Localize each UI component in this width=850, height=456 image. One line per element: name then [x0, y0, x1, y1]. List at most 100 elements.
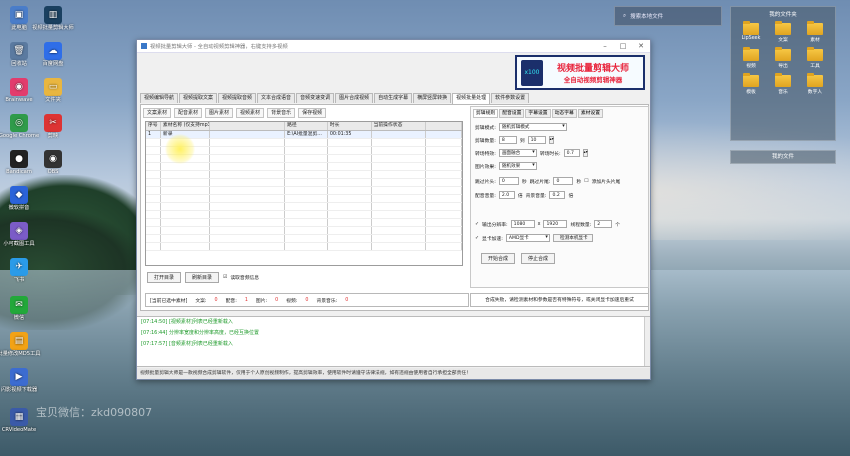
- desktop-icon[interactable]: ✉ 微信: [0, 296, 42, 322]
- transition-select[interactable]: 画面融合: [498, 149, 537, 157]
- count-spinner[interactable]: ▴▾: [548, 136, 554, 144]
- empty-row: [146, 219, 463, 227]
- tab-0[interactable]: 视频编辑导航: [140, 93, 179, 103]
- desktop-icon[interactable]: ◈ 小可截图工具: [0, 222, 42, 248]
- output-height-input[interactable]: 1920: [543, 220, 568, 228]
- empty-cell: [285, 243, 328, 250]
- toolbar-button[interactable]: 背景音乐: [267, 108, 296, 118]
- voice-volume-input[interactable]: 2.0: [498, 191, 515, 199]
- empty-cell: [372, 243, 427, 250]
- desktop-icon[interactable]: ▶ 闪影视频下载器: [0, 368, 42, 394]
- settings-tab[interactable]: 动态字幕: [551, 109, 577, 118]
- toolbar-button[interactable]: 图片素材: [205, 108, 234, 118]
- folder-item[interactable]: 音乐: [767, 73, 799, 95]
- gpu-check[interactable]: ✓: [475, 236, 479, 241]
- desktop-icon[interactable]: ✈ 飞书: [0, 258, 42, 284]
- mode-select[interactable]: 随机剪辑模式: [498, 123, 567, 131]
- image-effect-select[interactable]: 随机效果: [498, 162, 537, 170]
- folder-item[interactable]: 素材: [799, 21, 831, 43]
- folder-label: 视频: [746, 64, 756, 69]
- desktop-icon[interactable]: ✂ 剪映: [30, 114, 76, 140]
- count-to-input[interactable]: 10: [527, 136, 546, 144]
- transition-duration-input[interactable]: 0.7: [563, 149, 580, 157]
- tab-5[interactable]: 图片合成视频: [335, 93, 374, 103]
- add-intro-checkbox[interactable]: ☐: [584, 179, 588, 184]
- tab-8[interactable]: 视频批量处理: [452, 93, 491, 104]
- bg-volume-input[interactable]: 0.2: [549, 191, 566, 199]
- toolbar-button[interactable]: 保存视频: [298, 108, 327, 118]
- grid-header-cell[interactable]: 序号: [146, 122, 161, 130]
- tab-6[interactable]: 自动生成字幕: [374, 93, 413, 103]
- refresh-directory-button[interactable]: 刷新目录: [185, 272, 219, 283]
- open-directory-button[interactable]: 打开目录: [147, 272, 181, 283]
- folder-item[interactable]: 导出: [767, 47, 799, 69]
- settings-tab[interactable]: 素材设置: [577, 109, 604, 118]
- desktop-icon[interactable]: ▥ 视频批量剪辑大师: [30, 6, 76, 32]
- grid-header-cell[interactable]: 路径: [285, 122, 328, 130]
- grid-header-cell[interactable]: 当前操作状态: [372, 122, 427, 130]
- folder-item[interactable]: 数字人: [799, 73, 831, 95]
- grid-header-cell[interactable]: 素材名称 (仅支持mp3格式): [161, 122, 210, 130]
- desktop-app-icon: ✉: [10, 296, 28, 314]
- skip-tail-input[interactable]: 0: [553, 177, 574, 185]
- settings-tab[interactable]: 剪辑规则: [473, 109, 499, 118]
- empty-cell: [210, 147, 286, 154]
- empty-cell: [426, 139, 463, 146]
- detect-gpu-button[interactable]: 检测本机显卡: [552, 234, 593, 242]
- close-icon[interactable]: ✕: [632, 42, 650, 50]
- desktop-icon[interactable]: ☁ 百度网盘: [30, 42, 76, 68]
- folder-item[interactable]: LipSeek: [735, 21, 767, 43]
- empty-cell: [285, 203, 328, 210]
- table-row[interactable]: 1 新录 E:\AI批量混剪... 00:01:35: [146, 131, 463, 139]
- files-widget2[interactable]: 我的文件: [730, 150, 836, 164]
- grid-header-cell[interactable]: [426, 122, 463, 130]
- settings-tab[interactable]: 字幕设置: [525, 109, 551, 118]
- image-effect-label: 图片效果:: [475, 164, 496, 170]
- grid-header-cell[interactable]: [210, 122, 286, 130]
- tab-2[interactable]: 视频提取音频: [218, 93, 257, 103]
- stop-button[interactable]: 停止合成: [521, 253, 555, 264]
- folder-item[interactable]: 模板: [735, 73, 767, 95]
- empty-cell: [161, 195, 210, 202]
- empty-cell: [161, 235, 210, 242]
- output-x: x: [537, 221, 541, 227]
- transition-spinner[interactable]: ▴▾: [582, 149, 588, 157]
- empty-cell: [426, 203, 463, 210]
- empty-cell: [146, 195, 161, 202]
- desktop-icon[interactable]: ▭ 文件夹: [30, 78, 76, 104]
- skip-head-input[interactable]: 0: [498, 177, 519, 185]
- notice-bar: 合成失败，请检测素材和参数是否有特殊符号，或关闭显卡加速后重试: [470, 293, 649, 307]
- folder-item[interactable]: 文案: [767, 21, 799, 43]
- settings-tab[interactable]: 配音设置: [499, 109, 525, 118]
- tab-7[interactable]: 横屏竖屏转换: [413, 93, 452, 103]
- grid-header-cell[interactable]: 时长: [328, 122, 372, 130]
- start-button[interactable]: 开始合成: [481, 253, 515, 264]
- desktop-icon[interactable]: ▤ 批量修改MD5工具: [0, 332, 42, 358]
- toolbar-button[interactable]: 配音素材: [174, 108, 203, 118]
- tab-1[interactable]: 视频提取文案: [179, 93, 218, 103]
- gpu-select[interactable]: AMD显卡: [505, 234, 550, 242]
- toolbar-button[interactable]: 视频素材: [236, 108, 265, 118]
- tab-4[interactable]: 音频变速变调: [296, 93, 335, 103]
- output-width-input[interactable]: 1080: [510, 220, 535, 228]
- log-scrollbar[interactable]: [644, 317, 650, 366]
- folder-label: LipSeek: [741, 36, 761, 41]
- desktop-icon[interactable]: ◆ 微软拼音: [0, 186, 42, 212]
- maximize-icon[interactable]: □: [614, 42, 632, 50]
- read-info-checkbox[interactable]: ☑ 读取音频信息: [223, 274, 259, 281]
- tab-9[interactable]: 软件参数设置: [491, 93, 530, 103]
- desktop-icon[interactable]: ◉ OBS: [30, 150, 76, 176]
- minimize-icon[interactable]: –: [596, 42, 614, 50]
- folder-item[interactable]: 工具: [799, 47, 831, 69]
- tab-3[interactable]: 文本合成语音: [257, 93, 296, 103]
- count-from-input[interactable]: 8: [498, 136, 517, 144]
- empty-row: [146, 163, 463, 171]
- search-widget[interactable]: ⌕ 搜索本地文件: [614, 6, 722, 26]
- app-logo-icon: [141, 43, 147, 49]
- threads-input[interactable]: 2: [594, 220, 613, 228]
- folder-item[interactable]: 视频: [735, 47, 767, 69]
- log-line: [07:14:50] [视频素材]列表已经重新载入: [141, 319, 233, 325]
- output-check[interactable]: ✓: [475, 222, 479, 227]
- toolbar-button[interactable]: 文案素材: [143, 108, 172, 118]
- empty-cell: [426, 235, 463, 242]
